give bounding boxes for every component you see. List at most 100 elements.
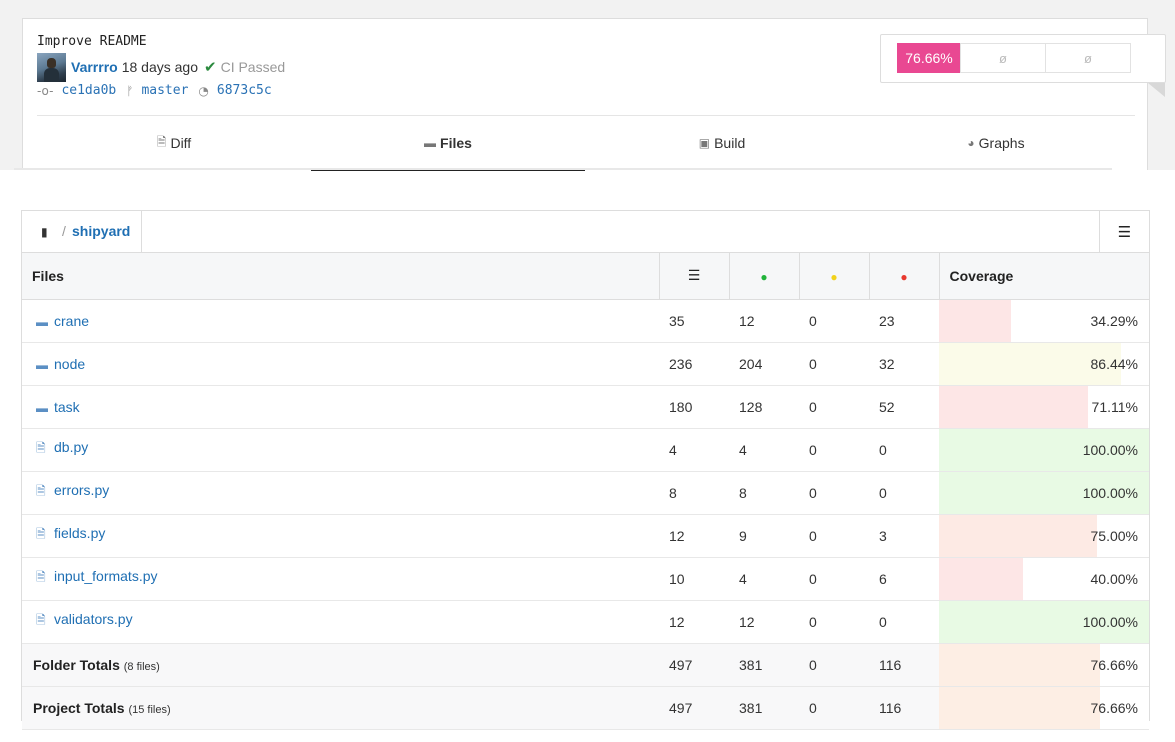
lines-count: 12	[659, 600, 729, 644]
branch-link[interactable]: master	[141, 83, 188, 98]
tab-bar: 🗎 Diff ▬ Files ▣ Build ◕ Graphs	[37, 115, 1135, 171]
compare-icon: ◔	[198, 83, 209, 98]
partials-count: 0	[799, 342, 869, 386]
coverage-cell: 71.11%	[939, 385, 1149, 429]
miss-dot-icon: ●	[900, 269, 908, 284]
parent-sha-link[interactable]: 6873c5c	[217, 83, 272, 98]
file-link[interactable]: crane	[54, 313, 89, 329]
commit-icon: -o-	[37, 83, 54, 98]
partials-count: 0	[799, 428, 869, 472]
coverage-cell: 100.00%	[939, 428, 1149, 472]
repo-icon: ▮	[41, 225, 48, 239]
commit-title: Improve README	[37, 34, 147, 49]
tab-graphs[interactable]: ◕ Graphs	[859, 116, 1133, 170]
totals-row: Folder Totals (8 files) 497 381 0 116 76.66%	[22, 642, 1149, 687]
avatar[interactable]	[37, 53, 66, 82]
lines-header[interactable]: ☰	[658, 253, 729, 300]
partials-header[interactable]: ●	[798, 253, 869, 300]
folder-icon: ▬	[36, 314, 48, 329]
coverage-cell: 100.00%	[939, 471, 1149, 515]
lines-count: 497	[659, 685, 729, 730]
coverage-percent: 40.00%	[1090, 570, 1138, 587]
file-link[interactable]: node	[54, 356, 85, 372]
tab-files[interactable]: ▬ Files	[311, 116, 585, 171]
hits-count: 381	[729, 685, 799, 730]
breadcrumb: ▮ / shipyard ☰	[22, 211, 1149, 253]
coverage-head-pill[interactable]: 76.66%	[897, 43, 961, 73]
folder-icon: ▬	[424, 135, 437, 150]
misses-count: 0	[869, 471, 939, 515]
file-cell: 🗎 errors.py	[22, 471, 659, 515]
lines-count: 236	[659, 342, 729, 386]
misses-count: 6	[869, 557, 939, 601]
ci-status: CI Passed	[220, 59, 286, 75]
table-row[interactable]: 🗎 db.py 4 4 0 0 100.00%	[22, 428, 1149, 472]
coverage-percent: 100.00%	[1082, 441, 1138, 458]
misses-count: 0	[869, 600, 939, 644]
hits-count: 8	[729, 471, 799, 515]
author-link[interactable]: Varrrro	[71, 59, 118, 75]
table-header: Files ☰ ● ● ● Coverage	[22, 253, 1149, 300]
partial-dot-icon: ●	[830, 269, 838, 284]
tab-build[interactable]: ▣ Build	[585, 116, 859, 170]
file-link[interactable]: input_formats.py	[54, 568, 158, 584]
list-menu-icon: ☰	[1117, 223, 1132, 241]
misses-count: 32	[869, 342, 939, 386]
table-row[interactable]: ▬ node 236 204 0 32 86.44%	[22, 342, 1149, 386]
coverage-cell: 40.00%	[939, 557, 1149, 601]
misses-header[interactable]: ●	[868, 253, 939, 300]
author-line: Varrrro 18 days ago ✔ CI Passed	[71, 58, 285, 76]
partials-count: 0	[799, 600, 869, 644]
hits-header[interactable]: ●	[728, 253, 799, 300]
file-link[interactable]: fields.py	[54, 525, 105, 541]
table-row[interactable]: 🗎 input_formats.py 10 4 0 6 40.00%	[22, 557, 1149, 601]
file-link[interactable]: task	[54, 399, 80, 415]
coverage-header[interactable]: Coverage	[938, 253, 1149, 300]
coverage-percent: 75.00%	[1090, 527, 1138, 544]
misses-count: 3	[869, 514, 939, 558]
coverage-percent: 34.29%	[1090, 312, 1138, 329]
table-row[interactable]: ▬ task 180 128 0 52 71.11%	[22, 385, 1149, 429]
breadcrumb-divider	[141, 211, 142, 252]
table-row[interactable]: ▬ crane 35 12 0 23 34.29%	[22, 299, 1149, 343]
table-row[interactable]: 🗎 validators.py 12 12 0 0 100.00%	[22, 600, 1149, 644]
file-icon: 🗎	[36, 527, 46, 541]
misses-count: 116	[869, 685, 939, 730]
commit-sha-link[interactable]: ce1da0b	[61, 83, 116, 98]
file-cell: 🗎 db.py	[22, 428, 659, 472]
totals-label-cell: Folder Totals (8 files)	[22, 642, 659, 687]
partials-count: 0	[799, 685, 869, 730]
totals-label: Project Totals	[33, 699, 125, 716]
file-cell: ▬ node	[22, 342, 659, 386]
coverage-percent: 100.00%	[1082, 613, 1138, 630]
commit-meta: -o- ce1da0b ᚠ master ◔ 6873c5c	[37, 83, 282, 98]
list-view-toggle[interactable]: ☰	[1099, 211, 1149, 252]
hits-count: 12	[729, 299, 799, 343]
package-icon: ▣	[698, 136, 711, 150]
misses-count: 52	[869, 385, 939, 429]
lines-count: 12	[659, 514, 729, 558]
hits-count: 204	[729, 342, 799, 386]
partials-count: 0	[799, 385, 869, 429]
tab-diff[interactable]: 🗎 Diff	[37, 116, 311, 170]
totals-file-count: (8 files)	[123, 660, 160, 673]
coverage-patch-pill[interactable]: ø	[960, 43, 1046, 73]
file-link[interactable]: validators.py	[54, 611, 133, 627]
lines-icon: ☰	[687, 267, 701, 284]
card-corner-fold	[1148, 83, 1165, 97]
table-row[interactable]: 🗎 errors.py 8 8 0 0 100.00%	[22, 471, 1149, 515]
file-link[interactable]: db.py	[54, 439, 88, 455]
partials-count: 0	[799, 471, 869, 515]
files-header[interactable]: Files	[22, 253, 659, 300]
hits-count: 9	[729, 514, 799, 558]
misses-count: 116	[869, 642, 939, 687]
coverage-change-pill[interactable]: ø	[1045, 43, 1131, 73]
file-link[interactable]: errors.py	[54, 482, 109, 498]
file-icon: 🗎	[36, 613, 46, 627]
tab-underline	[14, 168, 1112, 170]
breadcrumb-directory[interactable]: shipyard	[72, 223, 130, 239]
lines-count: 10	[659, 557, 729, 601]
coverage-cell: 76.66%	[939, 642, 1149, 687]
table-row[interactable]: 🗎 fields.py 12 9 0 3 75.00%	[22, 514, 1149, 558]
coverage-cell: 100.00%	[939, 600, 1149, 644]
